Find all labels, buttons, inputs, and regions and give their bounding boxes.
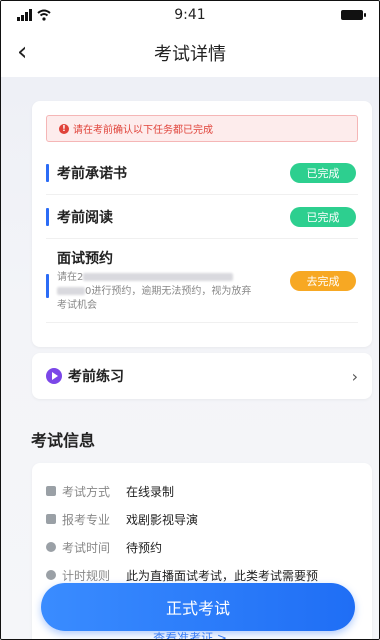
accent-bar [46,274,49,298]
task-label: 考前承诺书 [57,165,127,182]
status-badge-completed: 已完成 [290,162,356,183]
back-button[interactable]: ‹ [17,39,27,65]
task-card: ! 请在考前确认以下任务都已完成 考前承诺书 已完成 考前阅读 已完成 面试预约 [32,101,372,347]
status-time: 9:41 [174,7,206,23]
book-icon [46,514,56,524]
info-value: 待预约 [126,540,163,555]
interview-description: 请在2 0进行预约，逾期无法预约，视为放弃考试机会 [57,271,253,313]
task-label: 考前阅读 [57,209,113,226]
wifi-icon [37,9,51,21]
task-row-reading: 考前阅读 已完成 [46,195,358,239]
desc-suffix: 0进行预约，逾期无法预约，视为放弃考试机会 [57,286,252,311]
timer-icon [46,570,56,580]
task-alert: ! 请在考前确认以下任务都已完成 [46,115,358,142]
info-row: 考试时间 待预约 [46,533,372,561]
view-admission-ticket-link[interactable]: 查看准考证 > [1,629,379,639]
clock-icon [46,542,56,552]
section-title: 考试信息 [31,431,96,450]
status-bar: 9:41 [1,1,379,29]
info-row: 报考专业 戏剧影视导演 [46,505,372,533]
alert-text: 请在考前确认以下任务都已完成 [73,125,213,136]
doc-icon [46,486,56,496]
info-key: 计时规则 [62,568,111,583]
task-label: 面试预约 [57,251,113,267]
page-content: ! 请在考前确认以下任务都已完成 考前承诺书 已完成 考前阅读 已完成 面试预约 [1,77,379,639]
desc-prefix: 请在2 [57,272,84,283]
start-exam-button[interactable]: 正式考试 [41,583,355,631]
info-value: 戏剧影视导演 [126,512,199,527]
chevron-right-icon: › [351,366,358,386]
info-key: 考试方式 [62,484,111,499]
page-title: 考试详情 [154,44,226,65]
play-icon [46,368,62,384]
info-key: 报考专业 [62,512,111,527]
info-value: 此为直播面试考试，此类考试需要预 [126,568,319,583]
accent-bar [46,207,49,226]
accent-bar [46,163,49,182]
info-row: 考试方式 在线录制 [46,477,372,505]
task-row-interview: 面试预约 请在2 0进行预约，逾期无法预约，视为放弃考试机会 去完成 [46,239,358,323]
practice-label: 考前练习 [68,369,124,385]
nav-bar: ‹ 考试详情 [1,29,379,77]
signal-wifi-icons [17,9,77,21]
info-key: 考试时间 [62,540,111,555]
practice-entry[interactable]: 考前练习 › [32,353,372,399]
info-value: 在线录制 [126,484,175,499]
go-complete-button[interactable]: 去完成 [290,270,356,291]
redacted-date [83,273,234,281]
signal-icon [17,9,32,21]
redacted-time [57,287,85,295]
app-frame: 9:41 ‹ 考试详情 ! 请在考前确认以下任务都已完成 考前承诺书 已完成 考… [0,0,380,640]
battery-icon [340,10,366,20]
status-badge-completed: 已完成 [290,206,356,227]
alert-icon: ! [59,123,69,134]
task-row-promise: 考前承诺书 已完成 [46,151,358,195]
